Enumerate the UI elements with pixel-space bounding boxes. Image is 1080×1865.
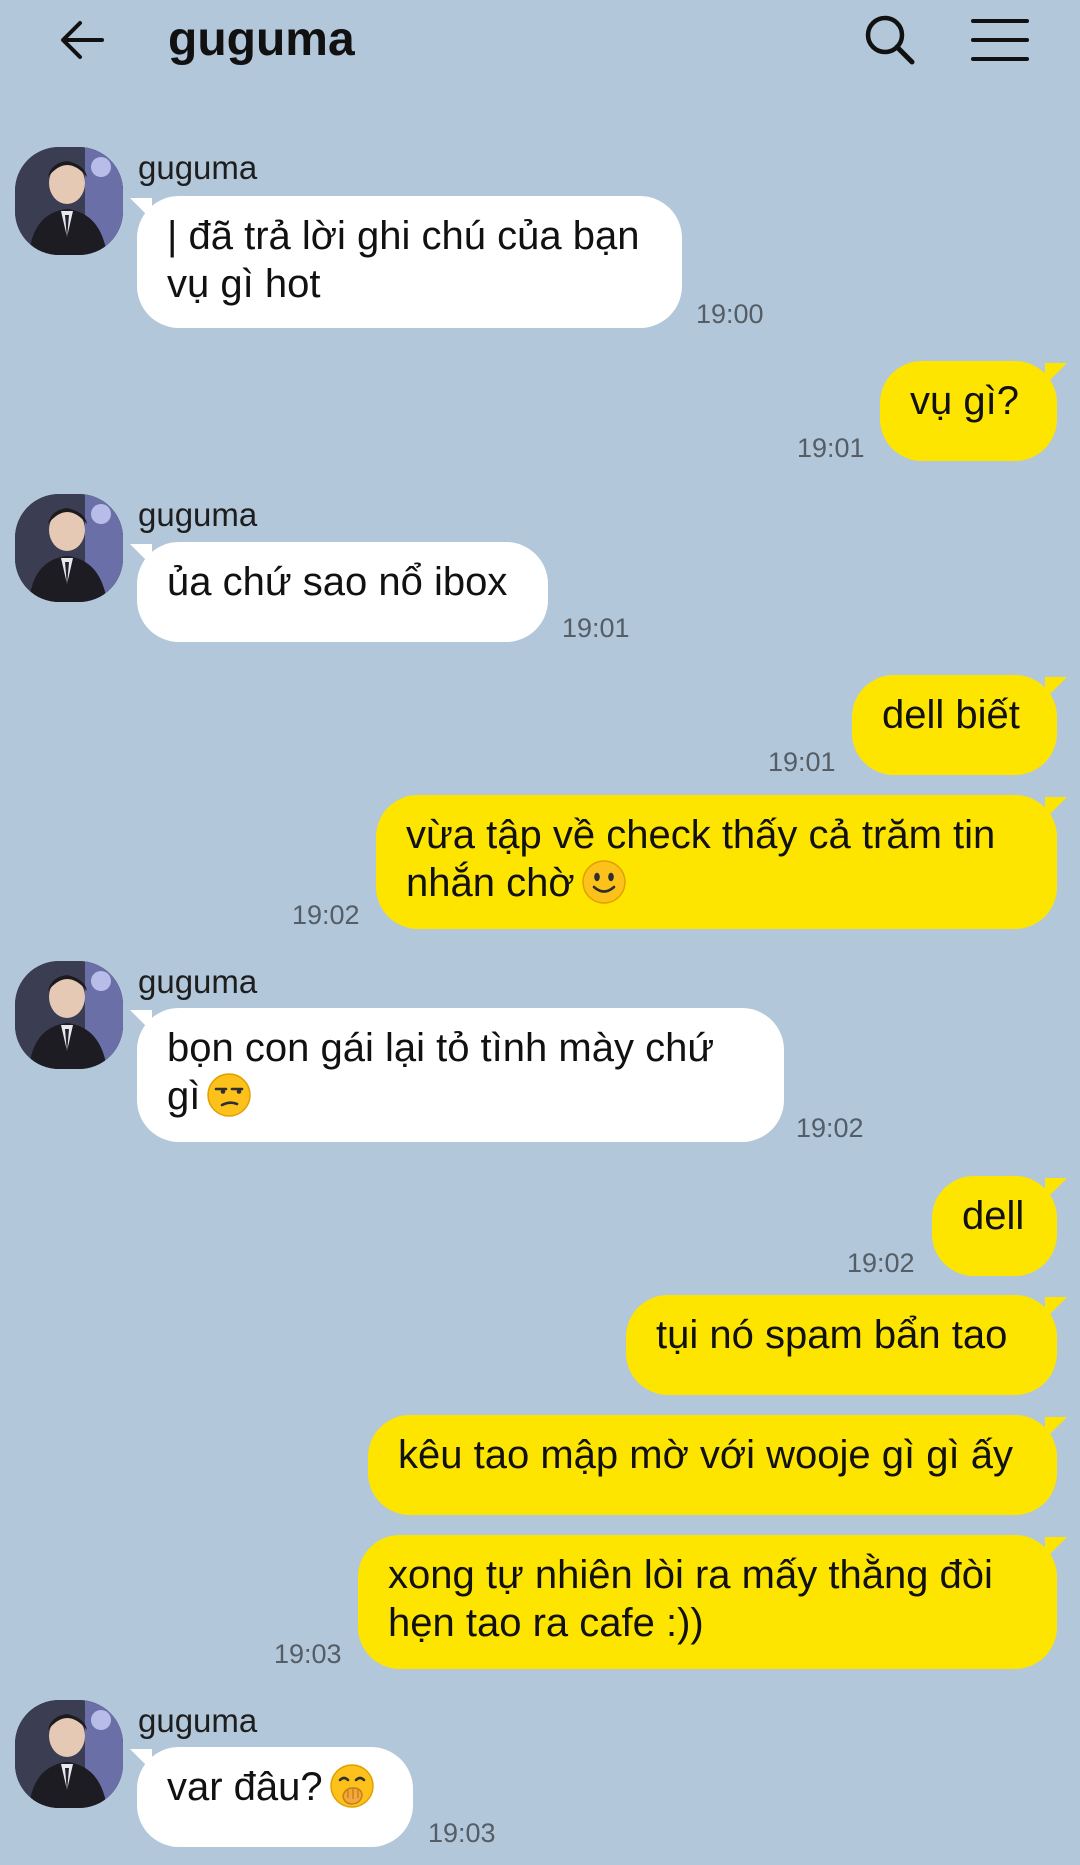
avatar[interactable]	[15, 147, 123, 255]
message-timestamp: 19:02	[796, 1113, 864, 1143]
message-text: kêu tao mập mờ với wooje gì gì ấy	[398, 1433, 1013, 1477]
message-bubble[interactable]: vụ gì?	[880, 361, 1057, 461]
hamburger-menu-icon	[971, 19, 1029, 61]
avatar-image	[15, 1700, 123, 1808]
bubble-tail	[1045, 1297, 1067, 1319]
avatar[interactable]	[15, 494, 123, 602]
back-button[interactable]	[50, 8, 114, 72]
search-icon	[865, 15, 915, 65]
message-text: dell biết	[882, 693, 1020, 737]
message-text: vụ gì hot	[167, 262, 321, 306]
message-text: vụ gì?	[910, 379, 1019, 423]
back-arrow-icon	[61, 21, 104, 59]
avatar-image	[15, 494, 123, 602]
slightly-smiling-face-icon	[581, 860, 626, 905]
hand-over-mouth-face-icon	[329, 1764, 374, 1809]
message-bubble[interactable]: vừa tập về check thấy cả trăm tin nhắn c…	[376, 795, 1057, 929]
sender-name: guguma	[138, 149, 258, 186]
avatar-image	[15, 961, 123, 1069]
menu-button[interactable]	[968, 8, 1032, 72]
unamused-face-icon	[207, 1073, 252, 1118]
sender-name: guguma	[138, 496, 258, 533]
chat-header: guguma	[0, 0, 1080, 90]
sender-name: guguma	[138, 1702, 258, 1739]
message-bubble[interactable]: tụi nó spam bẩn tao	[626, 1295, 1057, 1395]
avatar-image	[15, 147, 123, 255]
message-text: xong tự nhiên lòi ra mấy thằng đòi	[388, 1553, 993, 1597]
message-timestamp: 19:01	[797, 433, 865, 463]
chat-title: guguma	[168, 13, 355, 66]
message-bubble[interactable]: bọn con gái lại tỏ tình mày chứ gì	[137, 1008, 784, 1142]
avatar[interactable]	[15, 961, 123, 1069]
bubble-tail	[1045, 1417, 1067, 1439]
message-bubble[interactable]: ủa chứ sao nổ ibox	[137, 542, 548, 642]
message-text: bọn con gái lại tỏ tình mày chứ	[167, 1026, 715, 1070]
bubble-tail	[1045, 1178, 1067, 1200]
message-timestamp: 19:01	[768, 747, 836, 777]
message-bubble[interactable]: kêu tao mập mờ với wooje gì gì ấy	[368, 1415, 1057, 1515]
message-timestamp: 19:00	[696, 299, 764, 329]
message-text: tụi nó spam bẩn tao	[656, 1313, 1008, 1357]
message-timestamp: 19:02	[292, 900, 360, 930]
message-text: | đã trả lời ghi chú của bạn	[167, 214, 640, 258]
search-button[interactable]	[858, 8, 922, 72]
message-text: hẹn tao ra cafe :))	[388, 1601, 704, 1645]
sender-name: guguma	[138, 963, 258, 1000]
message-text: nhắn chờ	[406, 861, 575, 905]
message-timestamp: 19:02	[847, 1248, 915, 1278]
avatar[interactable]	[15, 1700, 123, 1808]
message-bubble[interactable]: var đâu?	[137, 1747, 413, 1847]
message-text: var đâu?	[167, 1765, 323, 1809]
message-bubble[interactable]: | đã trả lời ghi chú của bạn vụ gì hot	[137, 196, 682, 328]
message-timestamp: 19:01	[562, 613, 630, 643]
message-timestamp: 19:03	[428, 1818, 496, 1848]
message-timestamp: 19:03	[274, 1639, 342, 1669]
message-text: gì	[167, 1074, 201, 1118]
message-bubble[interactable]: dell	[932, 1176, 1057, 1276]
message-bubble[interactable]: dell biết	[852, 675, 1057, 775]
message-text: ủa chứ sao nổ ibox	[167, 560, 508, 604]
bubble-tail	[1045, 1537, 1067, 1559]
message-text: vừa tập về check thấy cả trăm tin	[406, 813, 996, 857]
message-text: dell	[962, 1194, 1025, 1238]
message-bubble[interactable]: xong tự nhiên lòi ra mấy thằng đòi hẹn t…	[358, 1535, 1057, 1669]
